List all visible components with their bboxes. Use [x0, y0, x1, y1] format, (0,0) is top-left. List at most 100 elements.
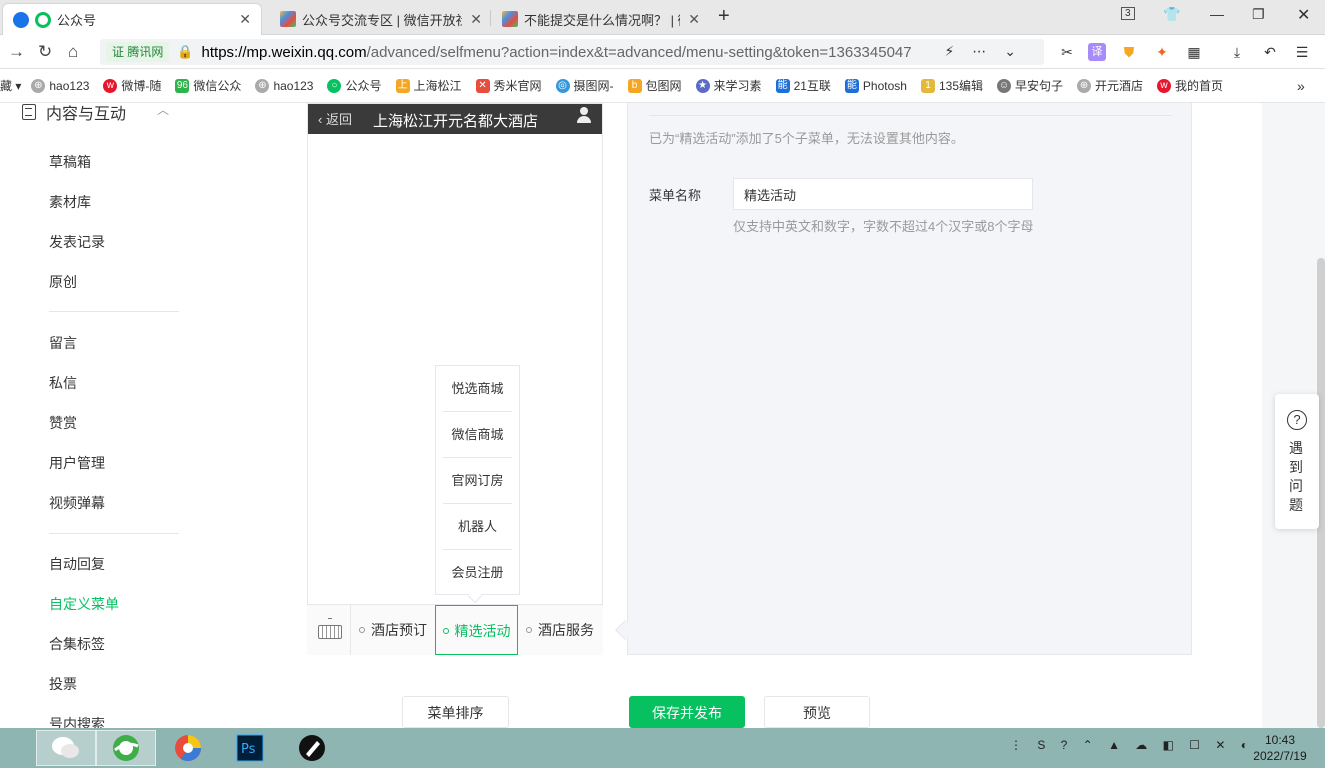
sidebar-item-custom-menu[interactable]: 自定义菜单 [49, 594, 119, 614]
sidebar-item-drafts[interactable]: 草稿箱 [49, 152, 91, 172]
wechat-taskbar-icon[interactable] [36, 730, 96, 766]
undo-icon[interactable]: ↶ [1261, 43, 1279, 61]
submenu-item[interactable]: 机器人 [443, 504, 512, 550]
menu-button-featured-events[interactable]: 精选活动 [435, 605, 518, 655]
tab-gongzhonghao[interactable]: 公众号 ✕ [2, 3, 262, 35]
bookmark-item[interactable]: ☺ 早安句子 [997, 77, 1063, 94]
tab-community[interactable]: 公众号交流专区 | 微信开放社区 ✕ [270, 3, 492, 35]
submenu-item[interactable]: 官网订房 [443, 458, 512, 504]
submenu-popup: 悦选商城 微信商城 官网订房 机器人 会员注册 [435, 365, 520, 595]
account-name: 上海松江开元名都大酒店 [373, 113, 539, 130]
bookmark-item[interactable]: 能 Photosh [844, 78, 907, 93]
menu-button-hotel-services[interactable]: 酒店服务 [518, 605, 602, 655]
home-icon[interactable]: ⌂ [68, 42, 78, 62]
sidebar-item-rewards[interactable]: 赞赏 [49, 413, 77, 433]
fox-icon[interactable]: ✦ [1153, 43, 1171, 61]
bookmarks-bar: 藏 ▾ ⊕ hao123 w 微博-随 96 微信公众 ⊕ hao123 ○ 公众号 上上… [0, 69, 1325, 103]
url-tools[interactable]: ⚡⋯⌄ [944, 43, 1034, 60]
bookmark-item[interactable]: ✕ 秀米官网 [475, 77, 542, 94]
translate-icon[interactable]: 译 [1088, 43, 1106, 61]
divider [649, 115, 1172, 116]
close-icon[interactable]: ✕ [470, 11, 482, 28]
pen-app-taskbar-icon[interactable] [282, 730, 342, 766]
shirt-icon[interactable]: 👕 [1163, 6, 1180, 23]
sort-menu-button[interactable]: 菜单排序 [402, 696, 509, 728]
tab-question[interactable]: 不能提交是什么情况啊？ | 微信 ✕ [492, 3, 710, 35]
bookmark-item[interactable]: ⊕ hao123 [255, 78, 313, 93]
bookmark-item[interactable]: w 我的首页 [1157, 77, 1223, 94]
bookmark-item[interactable]: 能 21互联 [775, 77, 831, 94]
close-window-icon[interactable]: ✕ [1297, 5, 1310, 25]
clock[interactable]: 10:43 2022/7/19 [1240, 732, 1320, 764]
reload-icon[interactable]: ↻ [38, 42, 52, 62]
sidebar-item-comments[interactable]: 留言 [49, 333, 77, 353]
menu-name-input[interactable] [733, 178, 1033, 210]
chrome-like-taskbar-icon[interactable] [158, 730, 218, 766]
lock-icon[interactable]: 🔒 [177, 44, 193, 60]
sidebar-item-danmaku[interactable]: 视频弹幕 [49, 493, 105, 513]
chevron-up-icon[interactable]: ︿ [157, 103, 169, 118]
scissors-icon[interactable]: ✂ [1058, 43, 1076, 61]
browser-taskbar-icon[interactable] [96, 730, 156, 766]
sidebar-item-original[interactable]: 原创 [49, 272, 77, 292]
preview-button[interactable]: 预览 [764, 696, 870, 728]
menu-icon[interactable]: ☰ [1293, 43, 1311, 61]
more-bookmarks-icon[interactable]: » [1297, 78, 1305, 94]
keyboard-button[interactable] [307, 605, 351, 655]
bookmark-item[interactable]: ⊕ 开元酒店 [1077, 77, 1143, 94]
bookmark-item[interactable]: w 微博-随 [103, 77, 161, 94]
apps-icon[interactable]: ▦ [1185, 43, 1203, 61]
bookmark-item[interactable]: ○ 公众号 [327, 77, 382, 94]
new-tab-button[interactable]: + [718, 5, 730, 28]
wechat-mp-icon [35, 11, 51, 28]
sidebar-item-search[interactable]: 号内搜索 [49, 714, 105, 728]
bookmark-item[interactable]: 96 微信公众 [175, 77, 241, 94]
browser-tab-bar: 公众号 ✕ 公众号交流专区 | 微信开放社区 ✕ 不能提交是什么情况啊？ | 微… [0, 0, 1325, 35]
sidebar-item-auto-reply[interactable]: 自动回复 [49, 554, 105, 574]
menu-editor-panel: 已为“精选活动”添加了5个子菜单，无法设置其他内容。 菜单名称 仅支持中英文和数… [627, 103, 1192, 655]
cert-badge[interactable]: 证 腾讯网 [106, 42, 170, 62]
document-icon [22, 104, 36, 120]
submenu-item[interactable]: 微信商城 [443, 412, 512, 458]
sidebar: 内容与互动 ︿ 草稿箱 素材库 发表记录 原创 留言 私信 赞赏 用户管理 视频… [0, 103, 236, 728]
bookmark-item[interactable]: ★ 来学习素 [695, 77, 762, 94]
submenu-item[interactable]: 悦选商城 [443, 366, 512, 412]
sidebar-item-collection-tags[interactable]: 合集标签 [49, 634, 105, 654]
tab-count-badge[interactable]: 3 [1121, 7, 1135, 20]
sidebar-item-voting[interactable]: 投票 [49, 674, 77, 694]
url-field[interactable]: 证 腾讯网 🔒 https://mp.weixin.qq.com/advance… [100, 39, 1044, 65]
bookmark-item[interactable]: 藏 ▾ [0, 77, 21, 94]
browser-logo-icon [13, 11, 29, 28]
bookmark-item[interactable]: ⊕ hao123 [31, 78, 89, 93]
menu-button-hotel-booking[interactable]: 酒店预订 [351, 605, 435, 655]
save-publish-button[interactable]: 保存并发布 [629, 696, 745, 728]
bookmark-item[interactable]: 1 135编辑 [920, 77, 983, 94]
sidebar-item-materials[interactable]: 素材库 [49, 192, 91, 212]
address-bar: → ↻ ⌂ 证 腾讯网 🔒 https://mp.weixin.qq.com/a… [0, 35, 1325, 69]
close-icon[interactable]: ✕ [239, 11, 251, 28]
sidebar-item-users[interactable]: 用户管理 [49, 453, 105, 473]
submenu-item[interactable]: 会员注册 [443, 550, 512, 596]
restore-icon[interactable]: ❐ [1252, 6, 1265, 23]
download-icon[interactable]: ⤓ [1228, 43, 1246, 61]
sidebar-item-publish-records[interactable]: 发表记录 [49, 232, 105, 252]
bookmark-item[interactable]: b 包图网 [627, 77, 682, 94]
question-icon: ? [1287, 410, 1307, 430]
sidebar-section-content[interactable]: 内容与互动 ︿ [22, 103, 169, 123]
system-tray[interactable]: ⋮ S ? ⌃ ▲ ☁ ◧ ☐ ✕ ◐ [1010, 738, 1254, 752]
shield-icon[interactable]: ⛊ [1120, 43, 1138, 61]
help-float-button[interactable]: ? 遇到问题 [1275, 394, 1319, 529]
sidebar-divider [49, 533, 179, 534]
taskbar: Ps ⋮ S ? ⌃ ▲ ☁ ◧ ☐ ✕ ◐ 10:43 2022/7/19 [0, 728, 1325, 768]
bookmark-item[interactable]: ◎ 摄图网- [555, 77, 614, 94]
forward-icon[interactable]: → [8, 42, 25, 62]
photoshop-taskbar-icon[interactable]: Ps [220, 730, 280, 766]
menu-name-label: 菜单名称 [649, 188, 702, 203]
sidebar-item-messages[interactable]: 私信 [49, 373, 77, 393]
submenu-notice: 已为“精选活动”添加了5个子菜单，无法设置其他内容。 [649, 131, 964, 146]
close-icon[interactable]: ✕ [688, 11, 700, 28]
url-text[interactable]: https://mp.weixin.qq.com/advanced/selfme… [202, 44, 942, 61]
community-icon [280, 11, 296, 27]
bookmark-item[interactable]: 上上海松江 [395, 77, 462, 94]
minimize-icon[interactable]: — [1210, 6, 1224, 22]
